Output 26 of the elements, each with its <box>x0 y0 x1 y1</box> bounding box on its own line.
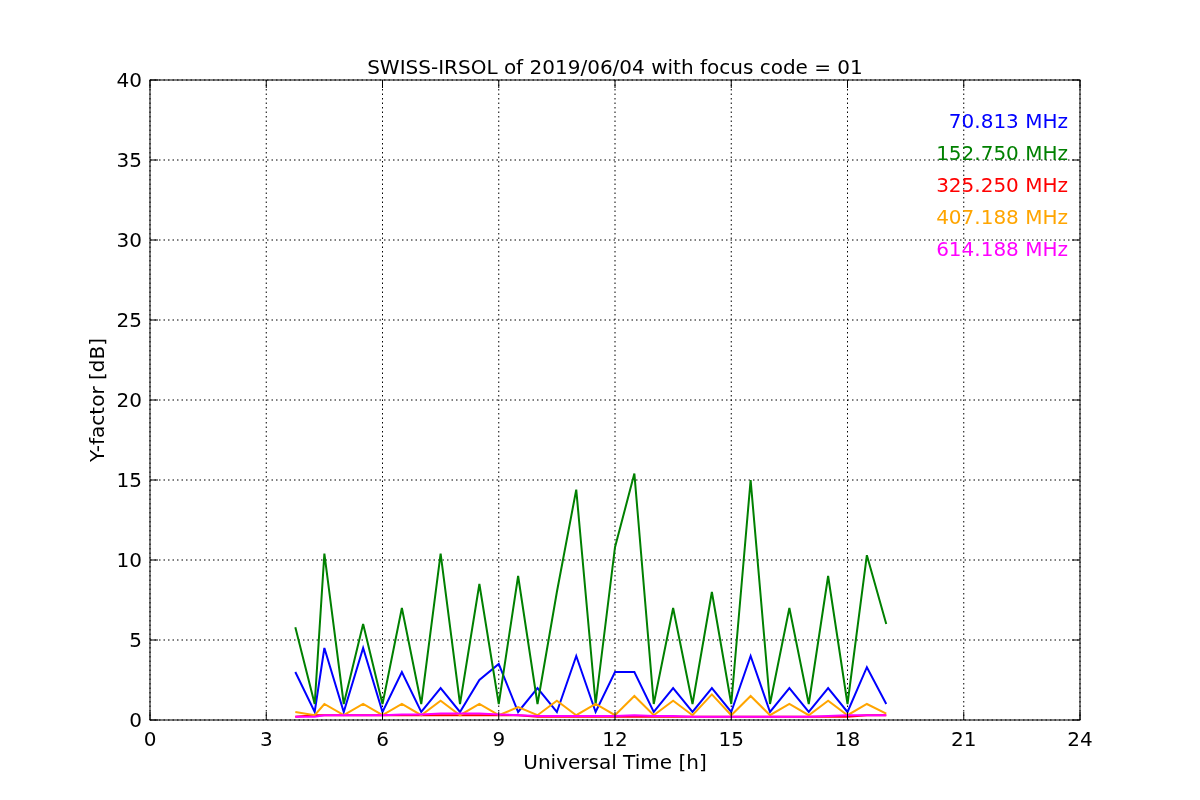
x-tick-label: 15 <box>718 727 744 751</box>
chart-title: SWISS-IRSOL of 2019/06/04 with focus code = 01 <box>367 55 863 79</box>
y-tick-label: 40 <box>116 68 142 92</box>
legend-label: 614.188 MHz <box>936 237 1068 261</box>
x-tick-label: 21 <box>951 727 977 751</box>
y-tick-label: 35 <box>116 148 142 172</box>
x-tick-label: 6 <box>376 727 389 751</box>
x-tick-label: 18 <box>834 727 861 751</box>
legend-label: 70.813 MHz <box>948 109 1068 133</box>
x-tick-label: 24 <box>1067 727 1093 751</box>
legend-label: 325.250 MHz <box>936 173 1068 197</box>
x-tick-label: 12 <box>602 727 628 751</box>
x-tick-label: 0 <box>143 727 157 751</box>
x-tick-label: 9 <box>492 727 506 751</box>
x-tick-label: 3 <box>259 727 273 751</box>
legend-label: 152.750 MHz <box>936 141 1068 165</box>
y-tick-label: 25 <box>116 308 142 332</box>
y-tick-label: 30 <box>116 228 142 252</box>
y-tick-label: 5 <box>129 628 142 652</box>
y-axis-label: Y-factor [dB] <box>85 338 109 462</box>
y-tick-label: 0 <box>129 708 142 732</box>
legend-label: 407.188 MHz <box>936 205 1068 229</box>
y-tick-label: 15 <box>116 468 142 492</box>
y-tick-label: 20 <box>116 388 142 412</box>
x-axis-label: Universal Time [h] <box>523 750 707 774</box>
y-tick-label: 10 <box>116 548 142 572</box>
